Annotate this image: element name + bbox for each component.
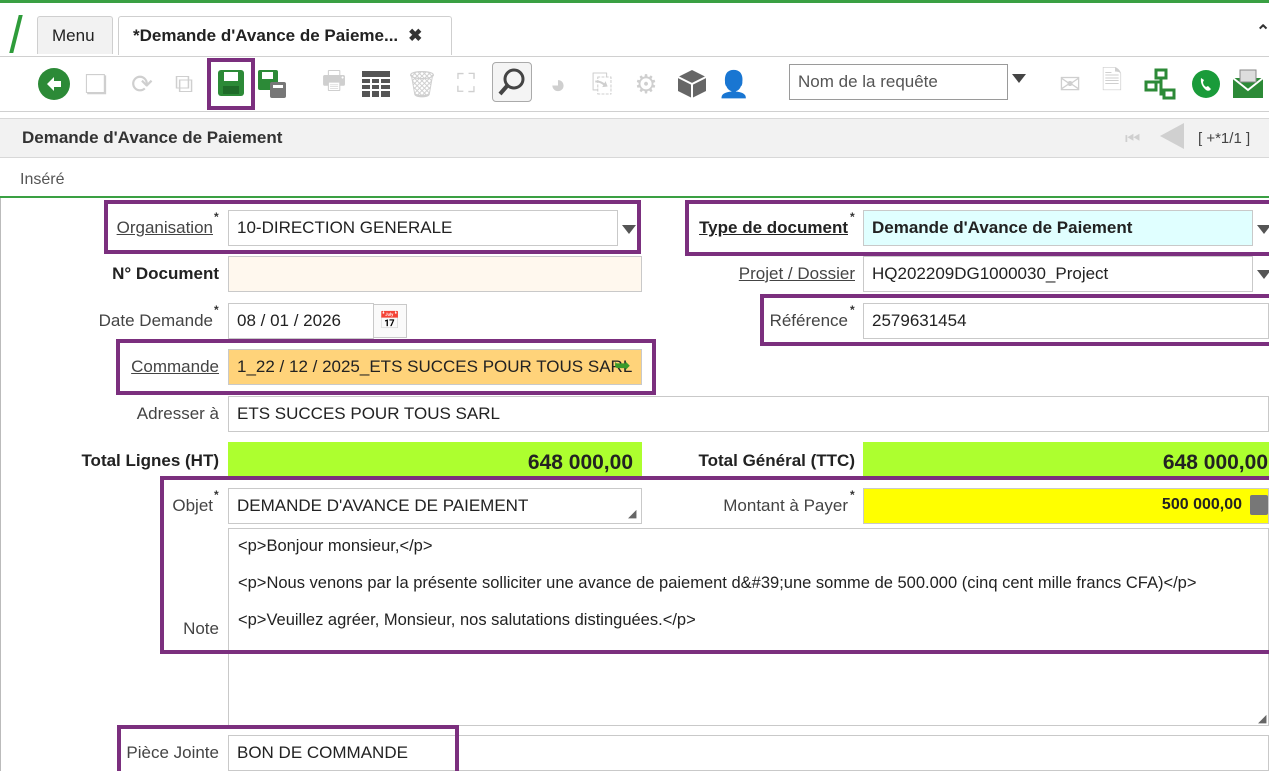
calendar-icon[interactable]: 📅 <box>373 304 407 338</box>
required-mark: * <box>214 303 219 317</box>
type-document-highlight <box>685 200 1269 256</box>
user-icon[interactable]: 👤 <box>716 66 752 102</box>
package-icon[interactable] <box>674 66 710 102</box>
tab-menu-label: Menu <box>52 25 95 45</box>
previous-record-icon[interactable] <box>1160 123 1184 149</box>
piece-jointe-highlight <box>117 725 459 771</box>
total-lignes-field: 648 000,00 <box>228 442 642 478</box>
tab-demande-label: *Demande d'Avance de Paieme... <box>133 26 399 45</box>
objet-note-highlight <box>160 476 1269 654</box>
save-highlight <box>207 58 255 110</box>
tab-menu[interactable]: Menu <box>37 16 113 54</box>
adresser-field[interactable]: ETS SUCCES POUR TOUS SARL <box>228 396 1269 432</box>
print-icon[interactable]: 🖶 <box>316 65 352 102</box>
organisation-highlight <box>104 200 641 254</box>
workflow-icon[interactable] <box>1142 66 1178 102</box>
commande-highlight <box>116 339 656 395</box>
chevron-down-icon[interactable] <box>1257 270 1269 279</box>
chart-icon[interactable]: ◕ <box>540 66 576 102</box>
left-border <box>0 198 1 771</box>
status-label: Inséré <box>20 171 65 188</box>
collapse-icon[interactable]: ⌃ <box>1256 22 1269 42</box>
delete-icon[interactable]: 🗑 <box>404 66 440 102</box>
save-new-icon[interactable] <box>254 66 290 102</box>
attach-icon[interactable]: ⎘ <box>584 66 620 102</box>
whatsapp-icon[interactable] <box>1188 66 1224 102</box>
first-record-icon[interactable]: ⏮ <box>1125 129 1140 149</box>
tab-close-icon[interactable]: ✖ <box>408 26 422 46</box>
search-icon[interactable] <box>492 62 532 102</box>
request-placeholder: Nom de la requête <box>798 72 938 91</box>
tab-demande[interactable]: *Demande d'Avance de Paieme... ✖ <box>118 16 452 55</box>
no-document-label: N° Document <box>112 264 219 283</box>
record-counter: [ +*1/1 ] <box>1198 130 1251 147</box>
grid-icon[interactable] <box>358 66 394 102</box>
chevron-down-icon[interactable] <box>1012 74 1026 83</box>
resize-handle-icon[interactable]: ◢ <box>1258 712 1266 725</box>
request-select[interactable]: Nom de la requête <box>789 64 1008 100</box>
status-divider <box>0 196 1269 198</box>
projet-field[interactable]: HQ202209DG1000030_Project <box>863 256 1253 292</box>
expand-icon[interactable]: ⛶ <box>448 66 484 102</box>
page-title: Demande d'Avance de Paiement <box>22 128 283 147</box>
refresh-icon[interactable]: ⟳ <box>124 66 160 102</box>
new-icon[interactable]: ❏ <box>78 66 114 102</box>
email-icon[interactable]: ✉ <box>1052 66 1088 102</box>
mail-icon[interactable] <box>1230 66 1266 102</box>
date-demande-field[interactable]: 08 / 01 / 2026 <box>228 303 374 339</box>
copy-icon[interactable]: ⧉ <box>166 66 202 102</box>
undo-icon[interactable] <box>36 66 72 102</box>
date-demande-label: Date Demande <box>98 311 213 330</box>
no-document-field[interactable] <box>228 256 642 292</box>
settings-icon[interactable]: ⚙ <box>628 66 664 102</box>
total-lignes-label: Total Lignes (HT) <box>81 451 219 470</box>
document-icon[interactable]: 🗎 <box>1094 65 1130 102</box>
projet-label[interactable]: Projet / Dossier <box>700 264 855 284</box>
reference-highlight <box>760 294 1269 346</box>
total-general-field: 648 000,00 <box>863 442 1269 478</box>
adresser-label: Adresser à <box>136 404 219 423</box>
total-general-label: Total Général (TTC) <box>698 451 855 470</box>
